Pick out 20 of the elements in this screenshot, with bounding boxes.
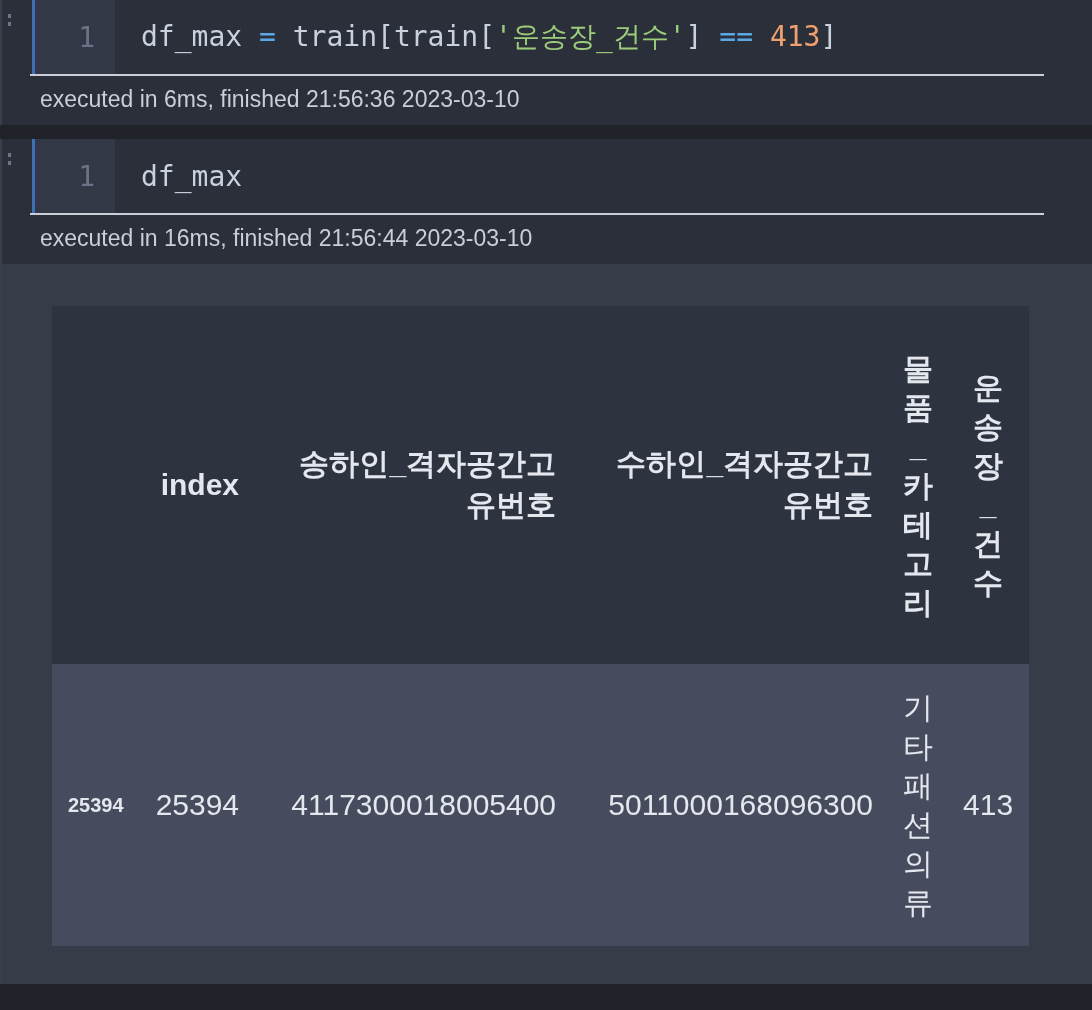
drag-handle-icon[interactable] (8, 153, 14, 165)
table-cell: 25394 (155, 788, 240, 822)
code-line: df_max = train[train['운송장_건수'] == 413] (140, 19, 838, 55)
table-cell: 413 (963, 788, 1014, 822)
line-number: 1 (35, 139, 115, 213)
execution-info: executed in 6ms, finished 21:56:36 2023-03-10 (30, 74, 1044, 125)
table-cell: 4117300018005400 (291, 788, 557, 822)
row-index: 25394 (68, 793, 124, 816)
column-header: 물품_카테고리 (903, 350, 934, 621)
drag-handle-icon[interactable] (8, 14, 14, 26)
code-editor[interactable]: 1 df_max = train[train['운송장_건수'] == 413] (32, 0, 1045, 74)
column-header: 운송장_건수 (973, 370, 1004, 601)
code-line: df_max (140, 159, 243, 193)
column-header: 송하인_격자공간고유번호 (298, 446, 557, 523)
table-cell-text: 기타패션의류 (903, 690, 934, 921)
column-header: 수하인_격자공간고유번호 (615, 446, 874, 523)
table-cell: 5011000168096300 (608, 788, 874, 822)
column-header: index (160, 468, 240, 502)
code-editor[interactable]: 1 df_max (32, 139, 1045, 213)
line-number: 1 (35, 0, 115, 74)
